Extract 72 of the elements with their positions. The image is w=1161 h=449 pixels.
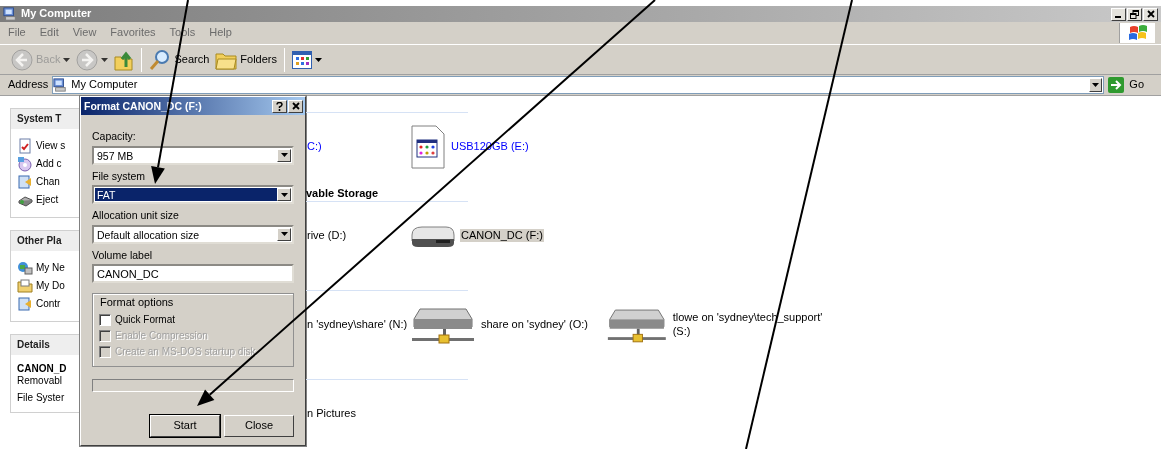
drive-label[interactable]: share on 'sydney' (O:) [480, 317, 589, 332]
task-link[interactable]: Eject [11, 191, 80, 209]
forward-icon [76, 48, 99, 71]
task-link[interactable]: Contr [11, 295, 80, 313]
drive-label[interactable]: n 'sydney\share' (N:) [306, 317, 409, 332]
field-label: Capacity: [92, 130, 137, 143]
dropdown-field[interactable]: FAT [92, 185, 294, 205]
caret-icon [63, 57, 71, 62]
task-link[interactable]: My Do [11, 277, 80, 295]
folder-icon [17, 278, 33, 294]
caret-icon [101, 57, 109, 62]
menu-item[interactable]: File [8, 26, 33, 40]
windows-logo-icon [1127, 24, 1148, 42]
dialog-button[interactable]: Start [150, 414, 220, 437]
menu-item[interactable]: View [72, 26, 104, 40]
menu-item[interactable]: Help [209, 26, 239, 40]
task-link[interactable]: Add c [11, 155, 80, 173]
panel-icon [17, 296, 33, 312]
field-label: Volume label [92, 248, 154, 262]
go-arrow-icon [1108, 77, 1125, 93]
help-icon [276, 101, 283, 111]
close-button[interactable] [288, 99, 303, 113]
dropdown-field[interactable]: Default allocation size [92, 224, 294, 244]
checkbox[interactable] [99, 313, 111, 326]
panel-title: Details [11, 335, 80, 355]
task-link[interactable]: My Ne [11, 259, 80, 277]
page-check-icon [17, 138, 33, 154]
caret-icon [1092, 83, 1100, 87]
disc-icon [17, 156, 33, 172]
help-button[interactable] [272, 99, 287, 113]
detail-text: File Syster [16, 392, 66, 404]
section-header: vable Storage [306, 186, 379, 200]
dialog-button[interactable]: Close [224, 414, 294, 437]
dropdown-field[interactable]: 957 MB [92, 145, 294, 165]
drive-label[interactable]: CANON_DC (F:) [460, 228, 544, 243]
application-file-icon [410, 124, 446, 169]
minimize-button[interactable] [1111, 7, 1126, 21]
close-button[interactable] [1143, 7, 1158, 21]
back-icon [11, 48, 33, 71]
folders-button[interactable]: Folders [212, 46, 280, 73]
field-label: Allocation unit size [92, 209, 180, 222]
caret-icon [280, 153, 288, 158]
menu-item[interactable]: Favorites [110, 26, 163, 40]
panel-icon [17, 174, 33, 190]
caret-icon [280, 232, 288, 237]
go-button[interactable]: Go [1104, 77, 1149, 93]
computer-icon [53, 78, 68, 92]
menu-item[interactable]: Edit [39, 26, 66, 40]
restore-button[interactable] [1127, 7, 1142, 21]
close-icon [291, 102, 300, 110]
close-icon [1146, 10, 1155, 18]
detail-text: Removabl [16, 375, 64, 387]
search-icon [149, 48, 172, 71]
views-icon [292, 50, 312, 69]
panel-title: Other Pla [11, 231, 80, 251]
field-label: File system [92, 169, 147, 183]
task-link[interactable]: Chan [11, 173, 80, 191]
caret-icon [315, 57, 322, 62]
checkbox-label: Quick Format [115, 313, 175, 326]
address-field[interactable]: My Computer [52, 76, 1105, 94]
caret-icon [280, 192, 288, 197]
drive-label[interactable]: C:) [306, 139, 323, 154]
task-link[interactable]: View s [11, 137, 80, 155]
window-title: My Computer [21, 7, 92, 21]
detail-name: CANON_D [16, 363, 68, 375]
text-field[interactable]: CANON_DC [92, 264, 294, 284]
address-label: Address [8, 78, 49, 92]
restore-icon [1130, 9, 1139, 19]
drive-label[interactable]: n Pictures [306, 406, 357, 421]
panel-title: System T [11, 109, 80, 129]
globe-computer-icon [17, 260, 33, 276]
drive-label[interactable]: rive (D:) [306, 228, 348, 243]
